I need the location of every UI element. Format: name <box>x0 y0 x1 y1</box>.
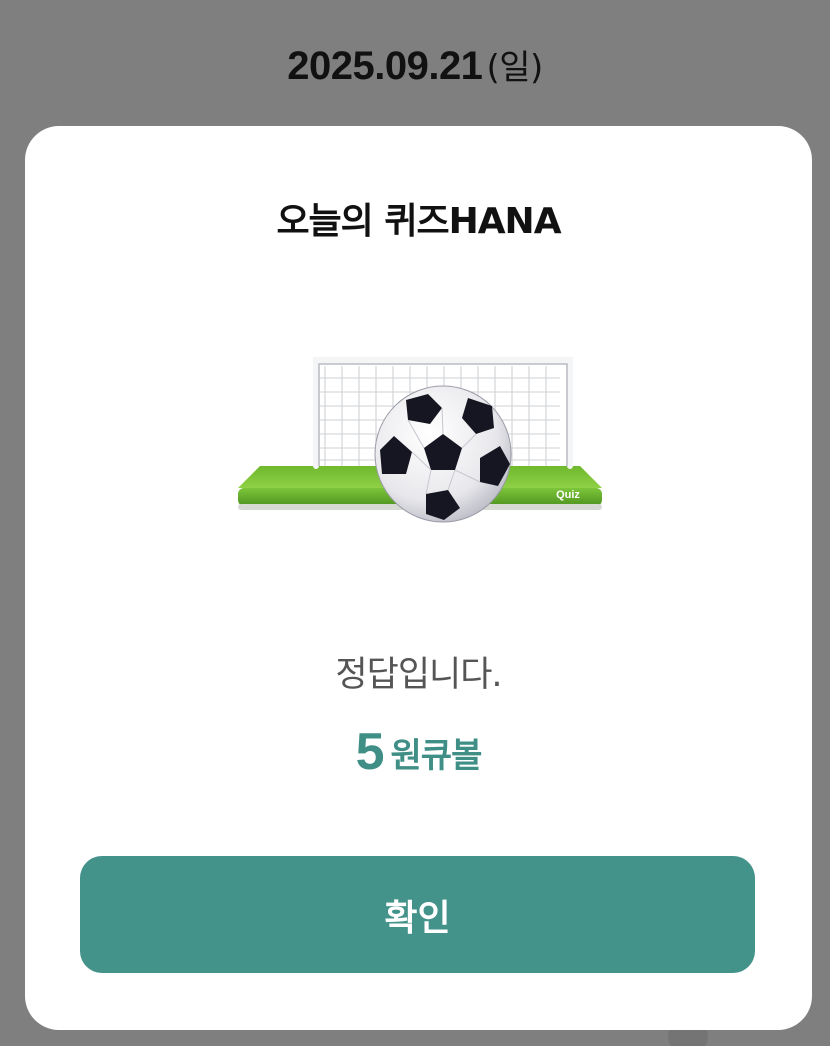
day-of-week: (일) <box>486 48 543 88</box>
reward-display: 5 원큐볼 <box>25 722 812 782</box>
soccer-ball-goal-illustration: Quiz <box>238 357 602 523</box>
confirm-button[interactable]: 확인 <box>80 856 755 973</box>
reward-amount: 5 <box>355 723 385 781</box>
soccer-ball <box>374 385 512 523</box>
modal-title: 오늘의 퀴즈HANA <box>276 201 561 242</box>
quiz-result-modal: 오늘의 퀴즈HANA Quiz 정답입니다. 5 원큐볼 확인 <box>25 126 812 1030</box>
quiz-badge-text: Quiz <box>556 489 580 501</box>
result-message: 정답입니다. <box>335 655 502 695</box>
reward-unit: 원큐볼 <box>390 735 483 776</box>
date-header: 2025.09.21 (일) <box>0 40 830 89</box>
date-text: 2025.09.21 <box>287 44 483 88</box>
